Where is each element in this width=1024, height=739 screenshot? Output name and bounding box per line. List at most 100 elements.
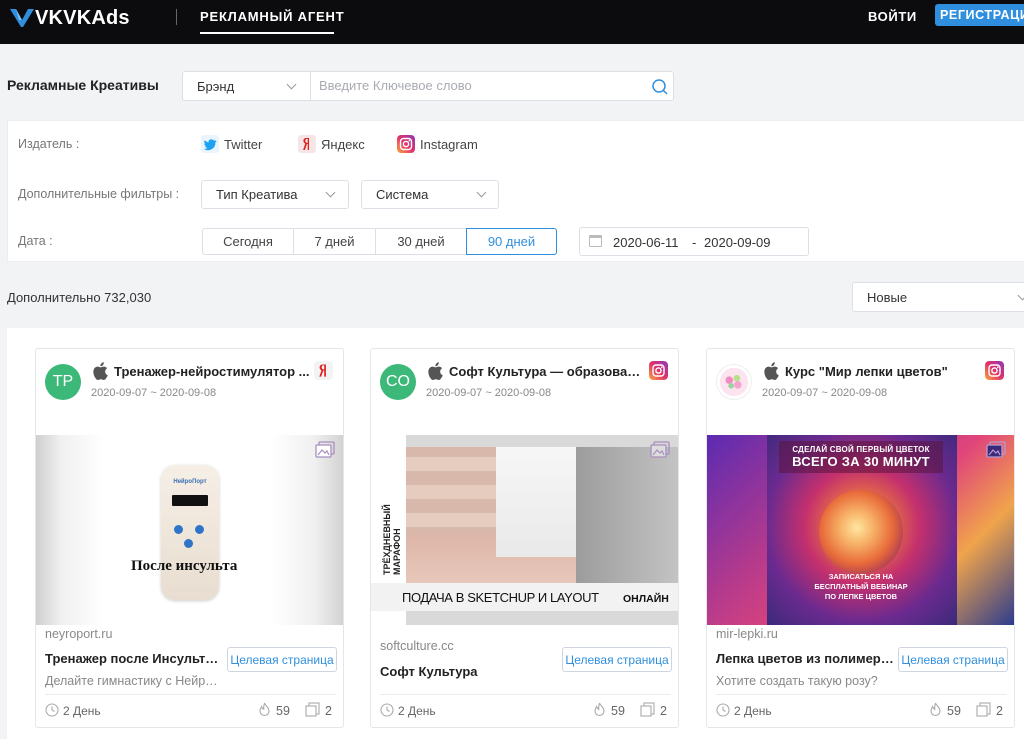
search-bar: Рекламные Креативы Брэнд <box>0 44 1024 120</box>
apple-icon <box>428 362 443 380</box>
ad-headline: Софт Культура <box>380 664 478 679</box>
ad-domain[interactable]: neyroport.ru <box>45 627 112 641</box>
gallery-icon[interactable] <box>315 441 335 458</box>
filter-panel: Издатель : Twitter Яндекс Instagram Допо… <box>7 120 1024 262</box>
ad-card[interactable]: CO Софт Культура — образовательная платф… <box>370 348 679 728</box>
extra-filters-label: Дополнительные фильтры : <box>18 187 180 201</box>
ad-creative-image[interactable]: ТРЁХДНЕВНЫЙ МАРАФОН ПОДАЧА В SKETCHUP И … <box>371 435 678 625</box>
instagram-icon <box>649 361 668 380</box>
yandex-icon <box>314 361 333 380</box>
ad-card[interactable]: TP Тренажер-нейростимулятор ... 2020-09-… <box>35 348 344 728</box>
publisher-name: Twitter <box>224 136 263 152</box>
copies-count: 2 <box>325 704 332 718</box>
copies-count: 2 <box>660 704 667 718</box>
chevron-down-icon <box>1017 290 1024 301</box>
ad-creative-image[interactable]: СДЕЛАЙ СВОЙ ПЕРВЫЙ ЦВЕТОК ВСЕГО ЗА 30 МИ… <box>707 435 1014 625</box>
calendar-icon <box>589 235 602 247</box>
clock-icon <box>716 703 730 717</box>
date-option-7-days[interactable]: 7 дней <box>293 228 376 255</box>
ad-domain[interactable]: mir-lepki.ru <box>716 627 778 641</box>
system-select[interactable]: Система <box>361 180 499 209</box>
card-divider <box>380 694 671 695</box>
copies-count: 2 <box>996 704 1003 718</box>
search-input[interactable] <box>319 78 639 93</box>
search-icon[interactable] <box>651 78 669 96</box>
ad-domain[interactable]: softculture.cc <box>380 639 454 653</box>
chevron-down-icon <box>325 187 336 198</box>
fire-icon <box>594 702 605 717</box>
avatar: TP <box>45 364 81 400</box>
publisher-twitter[interactable]: Twitter <box>201 135 262 153</box>
like-count: 59 <box>276 704 290 718</box>
publisher-instagram[interactable]: Instagram <box>397 135 478 153</box>
brand-select[interactable]: Брэнд <box>182 71 310 101</box>
gallery-icon[interactable] <box>650 441 670 458</box>
creative-online-label: ОНЛАЙН <box>623 593 669 605</box>
login-link[interactable]: ВОЙТИ <box>868 9 917 24</box>
active-dates: 2020-09-07 ~ 2020-09-08 <box>91 387 217 399</box>
tab-active-indicator <box>200 32 334 34</box>
creative-headline-box: СДЕЛАЙ СВОЙ ПЕРВЫЙ ЦВЕТОК ВСЕГО ЗА 30 МИ… <box>779 441 943 473</box>
date-label: Дата : <box>18 234 53 248</box>
ad-description: Хотите создать такую розу? <box>716 674 878 688</box>
ad-card[interactable]: Курс "Мир лепки цветов" 2020-09-07 ~ 202… <box>706 348 1015 728</box>
date-option-today[interactable]: Сегодня <box>202 228 294 255</box>
system-value: Система <box>376 187 429 202</box>
creative-wall-panel <box>576 447 678 597</box>
register-button[interactable]: РЕГИСТРАЦИ <box>935 4 1024 26</box>
device-image: НейроПорт <box>161 465 219 600</box>
sort-select[interactable]: Новые <box>852 282 1024 312</box>
yandex-icon <box>298 135 316 153</box>
top-navbar: VKVKAds РЕКЛАМНЫЙ АГЕНТ ВОЙТИ РЕГИСТРАЦИ <box>0 0 1024 44</box>
fire-icon <box>259 702 270 717</box>
creative-type-select[interactable]: Тип Креатива <box>201 180 349 209</box>
keyword-search <box>310 71 674 101</box>
ad-headline: Тренажер после Инсульта ... <box>45 651 223 666</box>
advertiser-name[interactable]: Тренажер-нейростимулятор ... <box>114 364 310 379</box>
creative-caption: ПОДАЧА В SKETCHUP И LAYOUT <box>402 590 599 605</box>
copies-icon <box>305 702 320 717</box>
creative-vertical-text: ТРЁХДНЕВНЫЙ МАРАФОН <box>382 504 402 575</box>
chevron-down-icon <box>476 187 487 198</box>
creative-type-value: Тип Креатива <box>216 187 298 202</box>
device-button <box>195 525 204 534</box>
date-from: 2020-06-11 <box>613 235 679 250</box>
logo[interactable]: VKVKAds <box>10 7 130 29</box>
date-to: 2020-09-09 <box>704 235 771 250</box>
active-dates: 2020-09-07 ~ 2020-09-08 <box>426 387 552 399</box>
device-button <box>184 539 193 548</box>
gallery-icon[interactable] <box>986 441 1006 458</box>
twitter-icon <box>201 135 219 153</box>
logo-v-icon <box>10 9 34 27</box>
results-count: Дополнительно 732,030 <box>7 290 152 305</box>
ad-headline: Лепка цветов из полимерной глины <box>716 651 894 666</box>
chevron-down-icon <box>286 79 297 90</box>
instagram-icon <box>985 361 1004 380</box>
creative-caption: После инсульта <box>131 558 238 574</box>
landing-page-button[interactable]: Целевая страница <box>562 647 672 672</box>
date-separator: - <box>692 235 697 250</box>
date-option-90-days[interactable]: 90 дней <box>466 228 557 255</box>
date-option-30-days[interactable]: 30 дней <box>375 228 467 255</box>
apple-icon <box>93 362 108 380</box>
like-count: 59 <box>947 704 961 718</box>
date-range-tabs: Сегодня 7 дней 30 дней 90 дней <box>202 228 557 255</box>
publisher-yandex[interactable]: Яндекс <box>298 135 365 153</box>
like-count: 59 <box>611 704 625 718</box>
tab-ad-agent[interactable]: РЕКЛАМНЫЙ АГЕНТ <box>200 9 344 24</box>
ad-age: 2 День <box>734 704 772 718</box>
avatar: CO <box>380 364 416 400</box>
logo-text: VKVKAds <box>35 6 130 29</box>
instagram-icon <box>397 135 415 153</box>
date-range-picker[interactable]: 2020-06-11 - 2020-09-09 <box>579 227 809 256</box>
apple-icon <box>764 362 779 380</box>
advertiser-name[interactable]: Курс "Мир лепки цветов" <box>785 364 981 379</box>
page-title: Рекламные Креативы <box>7 77 159 93</box>
landing-page-button[interactable]: Целевая страница <box>227 647 337 672</box>
publisher-label: Издатель : <box>18 137 80 151</box>
creative-headline-line2: ВСЕГО ЗА 30 МИНУТ <box>792 454 930 469</box>
ad-creative-image[interactable]: НейроПорт После инсульта <box>36 435 343 625</box>
landing-page-button[interactable]: Целевая страница <box>898 647 1008 672</box>
advertiser-name[interactable]: Софт Культура — образовательная платформ… <box>449 364 645 379</box>
device-screen <box>172 495 208 506</box>
